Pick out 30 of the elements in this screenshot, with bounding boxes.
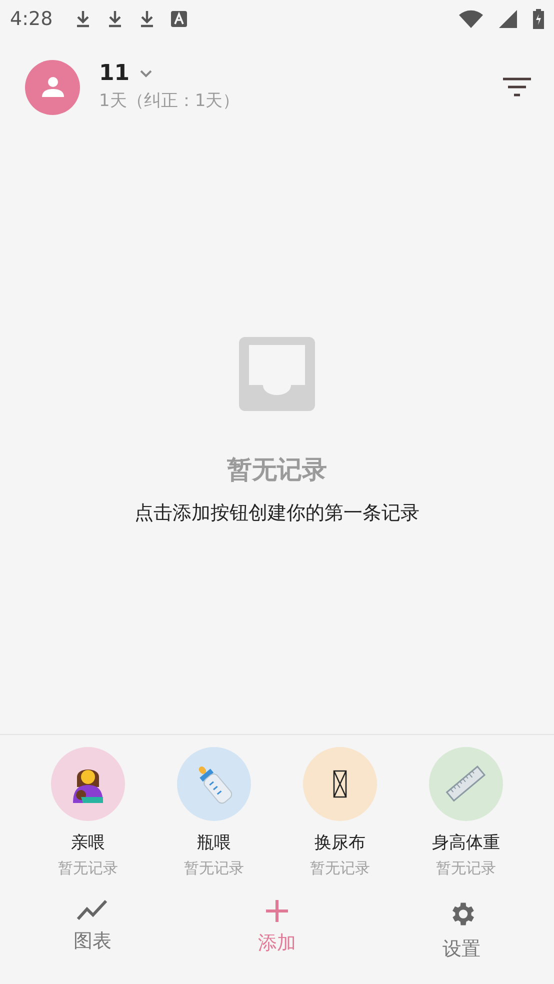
action-status: 暂无记录 — [58, 858, 118, 879]
wifi-icon — [459, 10, 483, 28]
nav-tab[interactable]: 添加 — [184, 895, 370, 967]
person-icon — [42, 77, 64, 97]
app-notification-icon — [170, 11, 187, 27]
profile-name[interactable]: 11 — [99, 60, 130, 88]
trend-line-icon — [76, 899, 108, 921]
action-status: 暂无记录 — [184, 858, 244, 879]
empty-message: 点击添加按钮创建你的第一条记录 — [134, 500, 420, 526]
action-label: 身高体重 — [432, 832, 500, 855]
download-icon — [106, 10, 123, 28]
missing-glyph-icon — [333, 770, 347, 798]
battery-charging-icon — [533, 9, 544, 29]
empty-title: 暂无记录 — [227, 454, 327, 486]
nav-tab[interactable]: 图表 — [0, 895, 185, 967]
nav-tab[interactable]: 设置 — [369, 895, 554, 967]
action-status: 暂无记录 — [436, 858, 496, 879]
action-label: 换尿布 — [314, 832, 366, 855]
status-time: 4:28 — [10, 6, 53, 32]
empty-inbox-icon — [239, 337, 315, 411]
download-icon — [138, 10, 155, 28]
age-subtitle: 1天（纠正：1天） — [99, 90, 240, 113]
filter-icon[interactable] — [502, 77, 532, 97]
action-status: 暂无记录 — [310, 858, 370, 879]
download-icon — [74, 10, 91, 28]
cell-signal-icon — [499, 10, 517, 28]
action-label: 亲喂 — [71, 832, 105, 855]
plus-icon — [264, 899, 289, 923]
action-label: 瓶喂 — [197, 832, 231, 855]
chevron-down-icon[interactable] — [140, 70, 152, 78]
